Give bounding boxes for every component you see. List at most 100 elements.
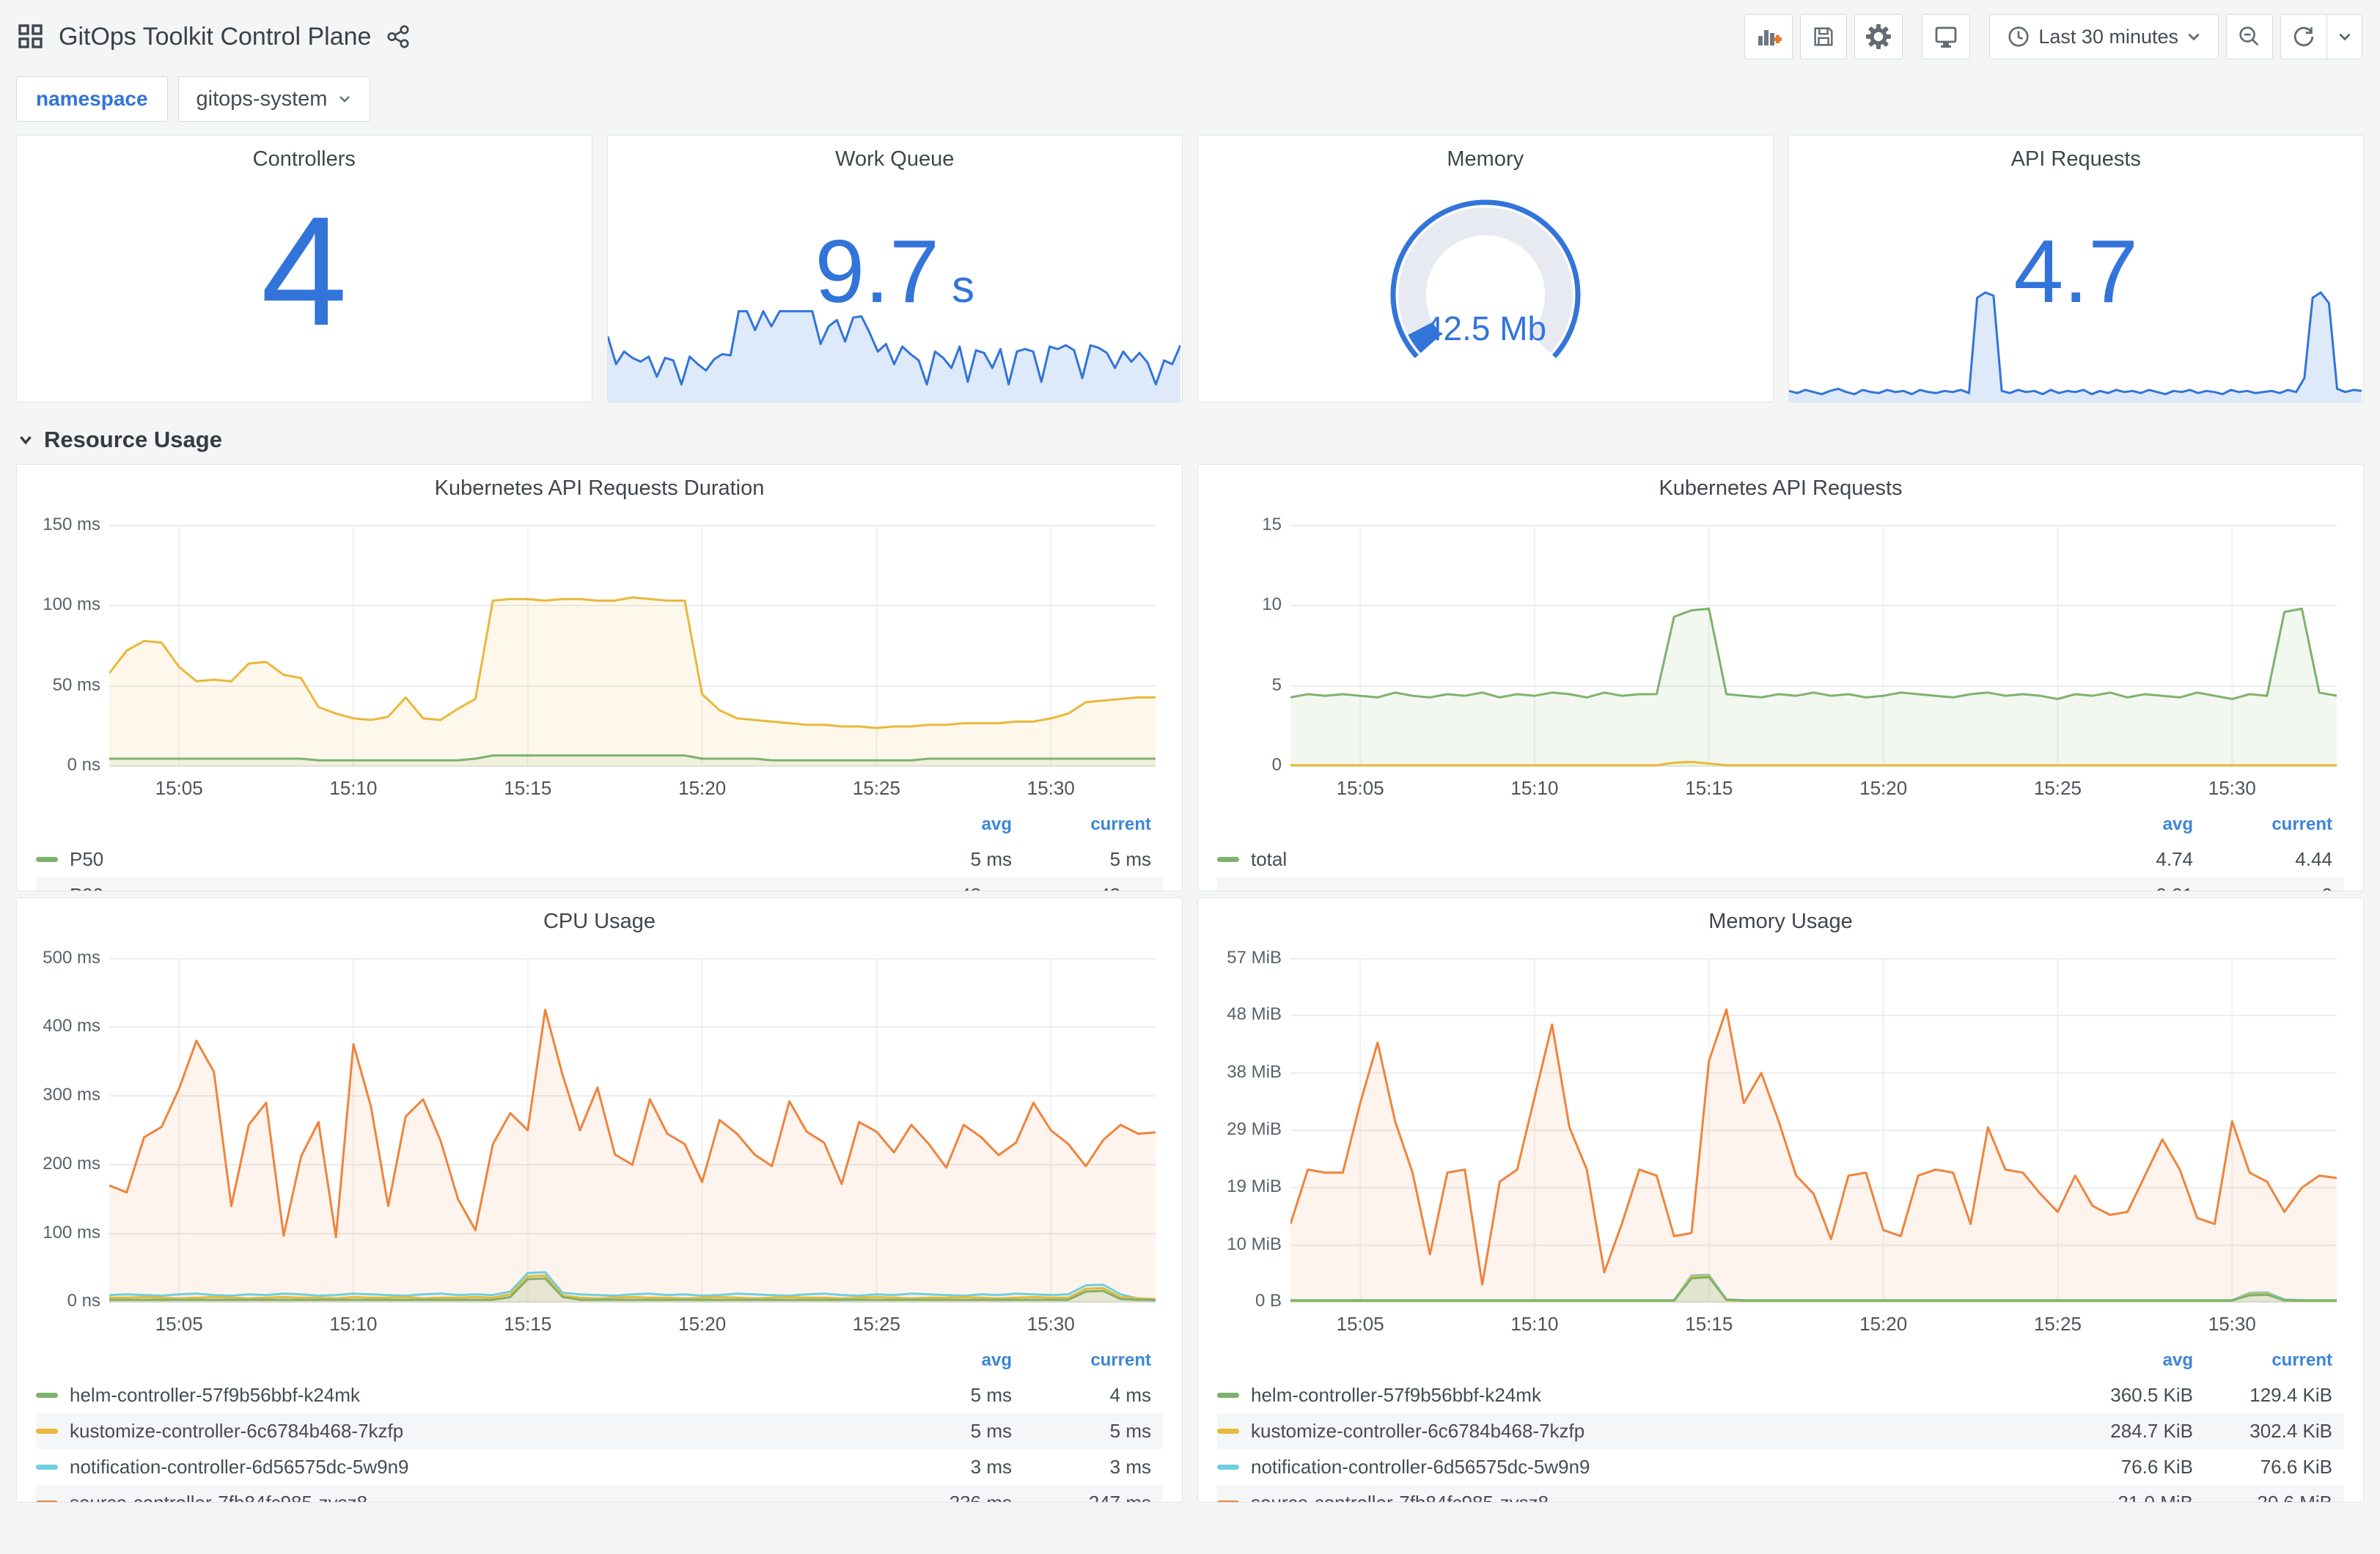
zoom-out-time-button[interactable] <box>2226 14 2273 59</box>
chart-title[interactable]: Memory Usage <box>1198 898 2363 936</box>
panel-title-api-requests[interactable]: API Requests <box>1789 136 2364 174</box>
chart-title[interactable]: Kubernetes API Requests Duration <box>17 465 1182 503</box>
legend-avg-value: 76.6 KiB <box>2120 1456 2193 1478</box>
x-axis-label: 15:15 <box>504 777 552 799</box>
y-axis-label: 400 ms <box>43 1016 100 1036</box>
series-color-dash-icon <box>1217 857 1239 862</box>
legend-row: notification-controller-6d56575dc-5w9n9 3… <box>36 1449 1163 1485</box>
charts-row-top: Kubernetes API Requests Duration 0 ns 50 … <box>16 464 2364 891</box>
refresh-interval-dropdown[interactable] <box>2327 14 2362 59</box>
x-axis-label: 15:15 <box>504 1313 552 1335</box>
chart-legend: avg current helm-controller-57f9b56bbf-k24… <box>36 1344 1163 1503</box>
x-axis-label: 15:25 <box>2033 1313 2082 1335</box>
legend-series-name[interactable]: helm-controller-57f9b56bbf-k24mk <box>36 1384 843 1407</box>
dashboard-settings-button[interactable] <box>1854 14 1903 59</box>
work-queue-panel: Work Queue 9.7 s <box>606 135 1183 402</box>
legend-series-name[interactable]: helm-controller-57f9b56bbf-k24mk <box>1217 1384 2024 1407</box>
y-axis-label: 100 ms <box>43 594 100 614</box>
legend-avg-value: 4.74 <box>2156 848 2193 870</box>
series-color-dash-icon <box>36 857 58 862</box>
x-axis-label: 15:30 <box>2208 1313 2256 1335</box>
legend-series-name[interactable]: notification-controller-6d56575dc-5w9n9 <box>1217 1456 2024 1478</box>
chart-legend: avgcurrent P50 5 ms 5 ms P9948 ms43 ms <box>36 808 1163 891</box>
legend-row: helm-controller-57f9b56bbf-k24mk 360.5 Ki… <box>1217 1377 2344 1413</box>
chart-title[interactable]: CPU Usage <box>17 898 1182 936</box>
series-color-dash-icon <box>1217 1429 1239 1434</box>
legend-series-name[interactable]: notification-controller-6d56575dc-5w9n9 <box>36 1456 843 1478</box>
gear-icon <box>1865 23 1892 50</box>
legend-avg-value: 21.0 MiB <box>2118 1492 2193 1503</box>
x-axis-label: 15:05 <box>155 777 203 799</box>
add-panel-icon <box>1755 23 1782 50</box>
y-axis-label: 200 ms <box>43 1154 100 1174</box>
x-axis-label: 15:10 <box>1510 1313 1559 1335</box>
x-axis-label: 15:10 <box>329 777 378 799</box>
y-axis-label: 100 ms <box>43 1223 100 1242</box>
share-icon[interactable] <box>386 24 411 49</box>
time-range-picker[interactable]: Last 30 minutes <box>1989 14 2219 59</box>
legend-current-value: 20.6 MiB <box>2257 1492 2332 1503</box>
y-axis-label: 5 <box>1271 675 1282 695</box>
legend-sort-current[interactable]: current <box>1012 814 1151 835</box>
variables-row: namespace gitops-system <box>0 69 2380 125</box>
x-axis-label: 15:10 <box>329 1313 378 1335</box>
legend-current-value: 76.6 KiB <box>2260 1456 2332 1478</box>
chart-panel-api-requests-duration: Kubernetes API Requests Duration 0 ns 50 … <box>16 464 1183 891</box>
legend-current-value: 129.4 KiB <box>2249 1384 2332 1406</box>
panel-title-controllers[interactable]: Controllers <box>17 136 592 174</box>
x-axis-label: 15:25 <box>852 1313 900 1335</box>
refresh-button[interactable] <box>2280 14 2327 59</box>
toolbar: Last 30 minutes <box>1744 14 2362 59</box>
legend-sort-current[interactable]: current <box>2193 1350 2332 1371</box>
legend-series-name[interactable]: P50 <box>36 848 843 871</box>
series-color-dash-icon <box>36 1465 58 1470</box>
panel-title-work-queue[interactable]: Work Queue <box>608 136 1183 174</box>
legend-current-value: 247 ms <box>1088 1492 1151 1503</box>
x-axis-label: 15:10 <box>1510 777 1559 799</box>
clock-icon <box>2006 24 2031 49</box>
legend-series-name[interactable]: kustomize-controller-6c6784b468-7kzfp <box>36 1420 843 1443</box>
legend-sort-current[interactable]: current <box>1012 1350 1151 1371</box>
y-axis-label: 57 MiB <box>1227 948 1282 968</box>
legend-row: total 4.74 4.44 <box>1217 842 2344 877</box>
save-dashboard-button[interactable] <box>1800 14 1848 59</box>
dashboard-grid-icon[interactable] <box>18 23 44 50</box>
chart-panel-cpu-usage: CPU Usage 0 ns 100 ms 200 ms 300 ms 400 ms 50… <box>16 897 1183 1503</box>
legend-series-name[interactable]: errors <box>1217 884 2024 891</box>
y-axis-label: 38 MiB <box>1227 1061 1282 1082</box>
legend-sort-avg[interactable]: avg <box>843 1350 1012 1371</box>
legend-sort-avg[interactable]: avg <box>843 814 1012 835</box>
legend-series-name[interactable]: source-controller-7fb84fc985-zvsz8 <box>1217 1492 2024 1502</box>
kiosk-mode-button[interactable] <box>1922 14 1971 59</box>
legend-series-name[interactable]: kustomize-controller-6c6784b468-7kzfp <box>1217 1420 2024 1443</box>
chevron-down-icon <box>337 92 352 106</box>
y-axis-label: 19 MiB <box>1227 1176 1282 1197</box>
legend-sort-avg[interactable]: avg <box>2024 814 2193 835</box>
legend-avg-value: 5 ms <box>970 848 1012 870</box>
y-axis-label: 500 ms <box>43 948 100 968</box>
chart-title[interactable]: Kubernetes API Requests <box>1198 465 2363 503</box>
panel-title-memory[interactable]: Memory <box>1198 136 1773 174</box>
api-requests-value: 4.7 <box>2013 221 2139 322</box>
chevron-down-icon <box>2337 29 2353 45</box>
legend-series-name[interactable]: P99 <box>36 884 843 891</box>
x-axis-label: 15:15 <box>1685 777 1733 799</box>
legend-avg-value: 3 ms <box>970 1456 1012 1478</box>
legend-sort-avg[interactable]: avg <box>2024 1350 2193 1371</box>
x-axis-label: 15:20 <box>1859 777 1908 799</box>
legend-sort-current[interactable]: current <box>2193 814 2332 835</box>
legend-series-name[interactable]: source-controller-7fb84fc985-zvsz8 <box>36 1492 843 1502</box>
zoom-out-icon <box>2237 24 2262 49</box>
page-title: GitOps Toolkit Control Plane <box>59 22 372 51</box>
monitor-icon <box>1933 23 1959 50</box>
legend-row: kustomize-controller-6c6784b468-7kzfp 284… <box>1217 1413 2344 1449</box>
row-resource-usage[interactable]: Resource Usage <box>16 421 2364 458</box>
legend-avg-value: 0.01 <box>2024 884 2193 891</box>
namespace-variable-select[interactable]: gitops-system <box>177 76 371 122</box>
controllers-panel: Controllers 4 <box>16 135 592 402</box>
row-title: Resource Usage <box>44 427 222 452</box>
legend-current-value: 4 ms <box>1109 1384 1151 1406</box>
legend-series-name[interactable]: total <box>1217 848 2024 871</box>
add-panel-button[interactable] <box>1744 14 1793 59</box>
legend-row: errors0.010 <box>1217 877 2344 891</box>
